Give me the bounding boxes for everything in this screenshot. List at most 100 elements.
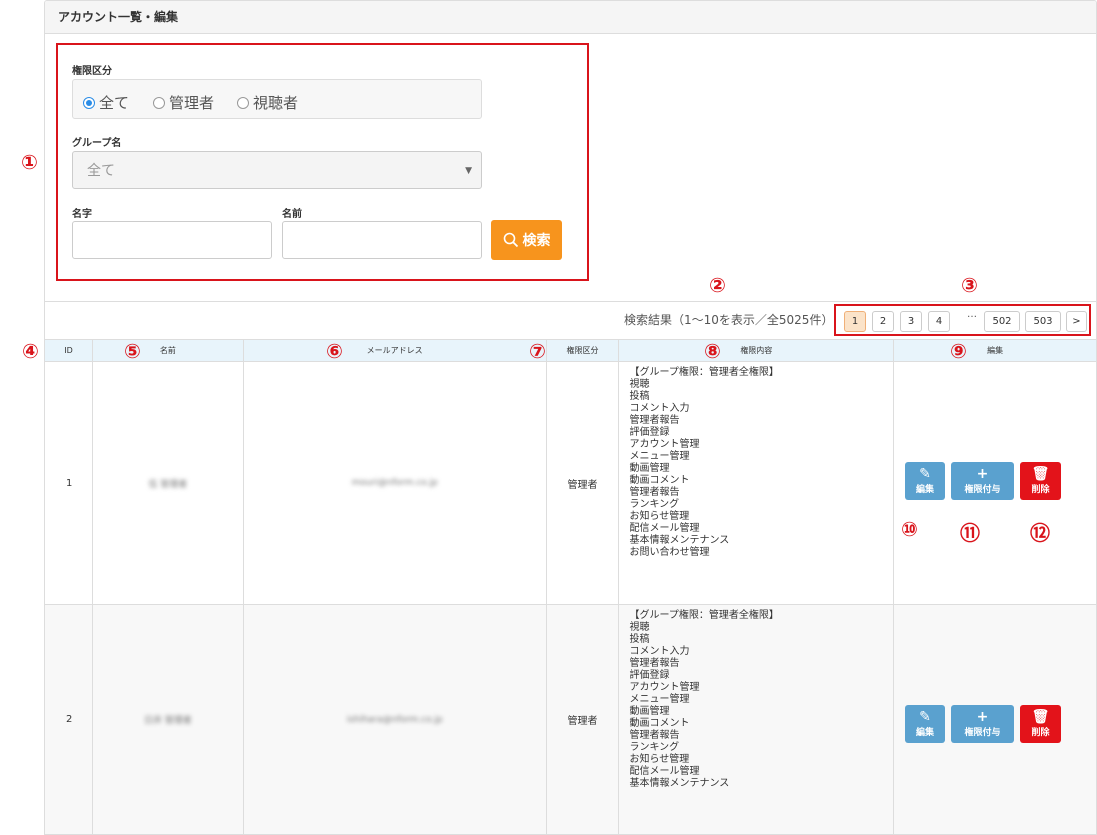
edit-button[interactable]: ✎ 編集: [905, 462, 945, 500]
annotation-9: ⑨: [950, 339, 967, 363]
cell-perms: 【グループ権限：管理者全権限】 視聴 投稿 コメント入力 管理者報告 評価登録 アカウント管…: [618, 604, 895, 835]
cell-name: 伍 管理者: [91, 361, 244, 605]
annotation-5: ⑤: [124, 339, 141, 363]
perm-item: お問い合わせ管理: [629, 547, 710, 558]
perm-item: メニュー管理: [629, 451, 690, 462]
page-502[interactable]: 502: [984, 311, 1020, 332]
annotation-12: ⑫: [1030, 521, 1050, 545]
perm-item: 基本情報メンテナンス: [629, 778, 730, 789]
perm-item: コメント入力: [629, 403, 690, 414]
lastname-label: 名字: [72, 209, 92, 220]
perm-item: アカウント管理: [629, 682, 700, 693]
annotation-8: ⑧: [704, 339, 721, 363]
perm-item: 評価登録: [629, 670, 670, 681]
page-3[interactable]: 3: [900, 311, 922, 332]
search-button[interactable]: 検索: [491, 220, 562, 260]
page-1[interactable]: 1: [844, 311, 866, 332]
annotation-1: ①: [21, 150, 38, 174]
perm-item: 投稿: [629, 634, 650, 645]
header-role[interactable]: 権限区分: [545, 339, 620, 362]
divider: [44, 301, 1097, 302]
next-page-button[interactable]: >: [1066, 311, 1087, 332]
radio-checked-icon: [83, 96, 95, 109]
accounts-table: ID 名前 メールアドレス 権限区分 権限内容 編集 1 伍 管理者 mouri…: [44, 339, 1097, 835]
header-perms[interactable]: 権限内容: [618, 339, 895, 362]
search-icon: [503, 232, 518, 248]
perm-item: ランキング: [629, 499, 680, 510]
results-info: 検索結果（1〜10を表示／全5025件）: [624, 313, 834, 327]
radio-all[interactable]: 全て: [83, 92, 129, 113]
plus-icon: +: [976, 466, 989, 482]
header-email[interactable]: メールアドレス: [242, 339, 547, 362]
group-label: グループ名: [72, 138, 122, 149]
radio-viewer[interactable]: 視聴者: [237, 92, 298, 113]
firstname-label: 名前: [282, 209, 302, 220]
role-radio-group: 全て 管理者 視聴者: [72, 79, 482, 119]
radio-unchecked-icon: [237, 96, 249, 109]
cell-perms: 【グループ権限：管理者全権限】 視聴 投稿 コメント入力 管理者報告 評価登録 アカウント管…: [618, 361, 895, 605]
caret-down-icon: ▼: [465, 166, 472, 176]
radio-unchecked-icon: [153, 96, 165, 109]
cell-id: 2: [44, 604, 93, 835]
panel-title: アカウント一覧・編集: [45, 1, 1096, 34]
firstname-input[interactable]: [282, 221, 482, 259]
pencil-icon: ✎: [919, 709, 931, 725]
header-name[interactable]: 名前: [91, 339, 244, 362]
lastname-input[interactable]: [72, 221, 272, 259]
pencil-icon: ✎: [919, 466, 931, 482]
annotation-10: ⑩: [901, 517, 918, 541]
perm-item: 動画管理: [629, 706, 670, 717]
cell-email: mouri@nform.co.jp: [242, 361, 547, 605]
role-label: 権限区分: [72, 66, 112, 77]
perm-item: 管理者報告: [629, 487, 680, 498]
perm-item: 配信メール管理: [629, 523, 700, 534]
annotation-11: ⑪: [960, 521, 980, 545]
edit-button[interactable]: ✎ 編集: [905, 705, 945, 743]
trash-icon: 🗑: [1031, 466, 1050, 482]
cell-name: 日井 管理者: [91, 604, 244, 835]
delete-button[interactable]: 🗑 削除: [1020, 462, 1061, 500]
perm-item: 基本情報メンテナンス: [629, 535, 730, 546]
perm-item: 視聴: [629, 379, 650, 390]
annotation-7: ⑦: [529, 339, 546, 363]
page-2[interactable]: 2: [872, 311, 894, 332]
trash-icon: 🗑: [1031, 709, 1050, 725]
perm-item: 【グループ権限：管理者全権限】: [629, 367, 779, 378]
annotation-2: ②: [709, 273, 726, 297]
perm-item: 投稿: [629, 391, 650, 402]
perm-item: 管理者報告: [629, 730, 680, 741]
radio-admin[interactable]: 管理者: [153, 92, 214, 113]
cell-role: 管理者: [545, 604, 620, 835]
pagination-ellipsis: …: [967, 309, 977, 320]
header-id[interactable]: ID: [44, 339, 93, 362]
perm-item: 管理者報告: [629, 658, 680, 669]
perm-list: 【グループ権限：管理者全権限】 視聴 投稿 コメント入力 管理者報告 評価登録 アカウント管…: [629, 367, 893, 559]
annotation-3: ③: [961, 273, 978, 297]
perm-item: 動画管理: [629, 463, 670, 474]
perm-item: 配信メール管理: [629, 766, 700, 777]
perm-item: アカウント管理: [629, 439, 700, 450]
perm-item: 【グループ権限：管理者全権限】: [629, 610, 779, 621]
cell-role: 管理者: [545, 361, 620, 605]
cell-id: 1: [44, 361, 93, 605]
perm-item: 評価登録: [629, 427, 670, 438]
page-4[interactable]: 4: [928, 311, 950, 332]
perm-item: メニュー管理: [629, 694, 690, 705]
cell-email: ishihara@nform.co.jp: [242, 604, 547, 835]
perm-item: 動画コメント: [629, 475, 690, 486]
plus-icon: +: [976, 709, 989, 725]
perm-item: ランキング: [629, 742, 680, 753]
perm-list: 【グループ権限：管理者全権限】 視聴 投稿 コメント入力 管理者報告 評価登録 アカウント管…: [629, 610, 893, 790]
header-actions: 編集: [893, 339, 1097, 362]
perm-item: 視聴: [629, 622, 650, 633]
perm-item: 管理者報告: [629, 415, 680, 426]
perm-item: お知らせ管理: [629, 511, 690, 522]
group-select[interactable]: 全て ▼: [72, 151, 482, 189]
delete-button[interactable]: 🗑 削除: [1020, 705, 1061, 743]
grant-permission-button[interactable]: + 権限付与: [951, 705, 1014, 743]
grant-permission-button[interactable]: + 権限付与: [951, 462, 1014, 500]
annotation-6: ⑥: [326, 339, 343, 363]
page-503[interactable]: 503: [1025, 311, 1061, 332]
annotation-4: ④: [22, 339, 39, 363]
perm-item: コメント入力: [629, 646, 690, 657]
